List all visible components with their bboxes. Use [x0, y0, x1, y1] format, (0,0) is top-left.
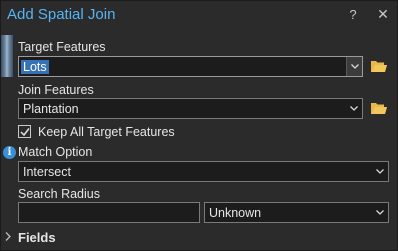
- target-features-label: Target Features: [18, 40, 106, 54]
- dialog-title: Add Spatial Join: [7, 6, 116, 23]
- target-features-value: Lots: [21, 60, 49, 74]
- close-button[interactable]: ✕: [376, 6, 390, 22]
- target-features-combo[interactable]: Lots: [18, 56, 363, 77]
- search-radius-unit-combo[interactable]: Unknown: [204, 202, 389, 223]
- keep-all-target-features-checkbox[interactable]: [18, 125, 31, 138]
- chevron-down-icon[interactable]: [372, 162, 388, 181]
- fields-expander[interactable]: Fields: [5, 230, 65, 246]
- folder-icon[interactable]: [370, 101, 388, 117]
- search-radius-unit-value: Unknown: [209, 206, 262, 220]
- active-parameter-marker: [1, 35, 13, 77]
- search-radius-input[interactable]: [18, 202, 200, 223]
- join-features-value: Plantation: [23, 102, 79, 116]
- target-features-selected-text: Lots: [21, 60, 49, 74]
- match-option-label: Match Option: [18, 145, 93, 159]
- add-spatial-join-dialog: Add Spatial Join ? ✕ Target Features Lot…: [0, 0, 398, 251]
- info-icon[interactable]: i: [3, 146, 16, 159]
- match-option-value: Intersect: [23, 165, 71, 179]
- chevron-right-icon: [5, 232, 11, 244]
- help-button[interactable]: ?: [346, 7, 360, 23]
- dialog-titlebar: Add Spatial Join ? ✕: [1, 1, 398, 31]
- join-features-combo[interactable]: Plantation: [18, 98, 363, 119]
- search-radius-label: Search Radius: [18, 187, 100, 201]
- chevron-down-icon[interactable]: [372, 203, 388, 222]
- folder-icon[interactable]: [370, 59, 388, 75]
- join-features-label: Join Features: [18, 83, 94, 97]
- fields-label: Fields: [18, 230, 56, 245]
- keep-all-target-features-label: Keep All Target Features: [38, 125, 175, 139]
- chevron-down-icon[interactable]: [346, 57, 362, 76]
- chevron-down-icon[interactable]: [346, 99, 362, 118]
- match-option-combo[interactable]: Intersect: [18, 161, 389, 182]
